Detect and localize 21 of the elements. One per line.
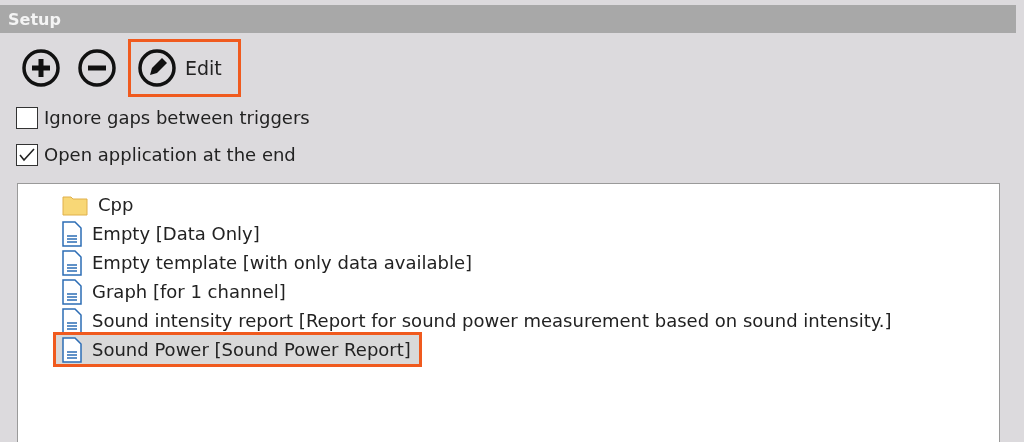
document-icon bbox=[62, 307, 82, 334]
remove-icon bbox=[77, 47, 117, 88]
document-icon bbox=[62, 220, 82, 247]
list-item[interactable]: Cpp bbox=[56, 190, 142, 219]
pencil-icon bbox=[137, 47, 177, 88]
panel-title: Setup bbox=[0, 5, 1016, 33]
list-item[interactable]: Empty template [with only data available] bbox=[56, 248, 480, 277]
list-item[interactable]: Graph [for 1 channel] bbox=[56, 277, 294, 306]
checkbox-label: Open application at the end bbox=[44, 144, 296, 165]
document-icon bbox=[62, 278, 82, 305]
edit-button[interactable]: Edit bbox=[128, 38, 241, 97]
checkbox[interactable] bbox=[16, 143, 38, 166]
list-item[interactable]: Empty [Data Only] bbox=[56, 219, 268, 248]
add-icon bbox=[21, 47, 61, 88]
document-icon bbox=[62, 249, 82, 276]
list-item[interactable]: Sound intensity report [Report for sound power measurement based on sound intensity.] bbox=[56, 306, 900, 335]
folder-icon bbox=[62, 193, 88, 216]
checkbox-label: Ignore gaps between triggers bbox=[44, 107, 310, 128]
checkbox[interactable] bbox=[16, 106, 38, 129]
list-item[interactable]: Sound Power [Sound Power Report] bbox=[56, 335, 419, 364]
document-icon bbox=[62, 336, 82, 363]
